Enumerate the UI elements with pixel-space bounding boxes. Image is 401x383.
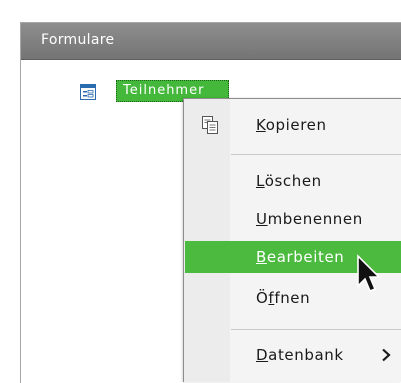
panel-title: Formulare xyxy=(41,32,115,48)
copy-icon xyxy=(202,116,218,134)
menu-label: Bearbeiten xyxy=(256,248,345,266)
menu-label: Umbenennen xyxy=(256,210,363,228)
menu-item-loeschen[interactable]: Löschen xyxy=(185,165,401,197)
tree-item-label: Teilnehmer xyxy=(123,83,205,98)
menu-separator xyxy=(231,329,401,330)
chevron-right-icon xyxy=(382,348,391,362)
mouse-cursor-icon xyxy=(357,254,381,293)
menu-item-umbenennen[interactable]: Umbenennen xyxy=(185,203,401,235)
menu-item-datenbank[interactable]: Datenbank xyxy=(185,339,401,371)
menu-label: Öffnen xyxy=(256,289,311,307)
form-icon xyxy=(80,84,96,100)
menu-label: Kopieren xyxy=(256,116,327,134)
menu-label: Datenbank xyxy=(256,346,344,364)
menu-label: Löschen xyxy=(256,172,322,190)
context-menu: Kopieren Löschen Umbenennen Bearbeiten Ö… xyxy=(183,98,401,382)
menu-separator xyxy=(231,154,401,155)
menu-item-kopieren[interactable]: Kopieren xyxy=(185,109,401,141)
panel-header: Formulare xyxy=(21,23,401,60)
